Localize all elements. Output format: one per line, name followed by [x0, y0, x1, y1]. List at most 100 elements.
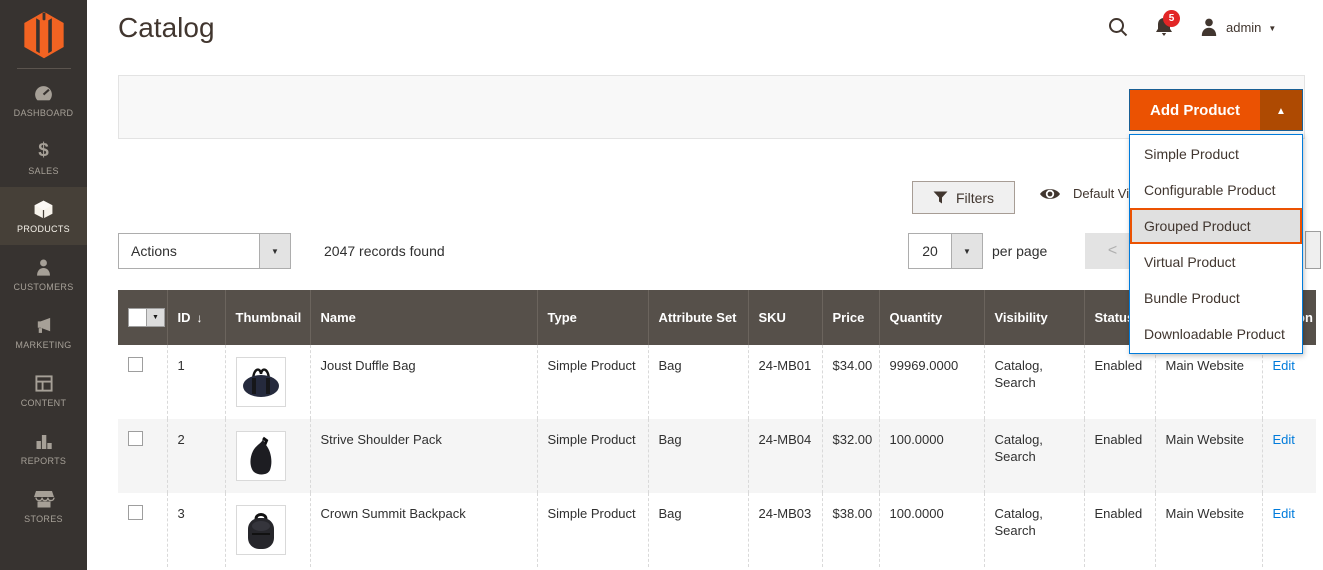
current-page-input[interactable]: [1305, 231, 1321, 269]
column-header-id[interactable]: ID ↓: [167, 290, 225, 345]
per-page-label: per page: [992, 233, 1047, 269]
backpack-thumbnail: [236, 505, 286, 555]
column-header-quantity[interactable]: Quantity: [879, 290, 984, 345]
magento-logo-icon: [22, 10, 66, 60]
magento-logo[interactable]: [0, 0, 87, 62]
table-row: 3 Crown Summit Backpack Simple Product B…: [118, 493, 1316, 567]
cell-id: 1: [167, 345, 225, 419]
column-header-thumbnail[interactable]: Thumbnail: [225, 290, 310, 345]
page-title: Catalog: [118, 12, 215, 44]
menu-item-configurable-product[interactable]: Configurable Product: [1130, 172, 1302, 208]
cell-price: $38.00: [822, 493, 879, 567]
cell-id: 2: [167, 419, 225, 493]
cell-websites: Main Website: [1155, 419, 1262, 493]
sidebar-item-label: DASHBOARD: [14, 108, 74, 118]
select-all-dropdown-icon: [147, 308, 165, 327]
menu-item-simple-product[interactable]: Simple Product: [1130, 136, 1302, 172]
sidebar-item-marketing[interactable]: MARKETING: [0, 303, 87, 361]
row-checkbox[interactable]: [128, 431, 143, 446]
cell-type: Simple Product: [537, 419, 648, 493]
bar-chart-icon: [34, 430, 54, 452]
menu-item-bundle-product[interactable]: Bundle Product: [1130, 280, 1302, 316]
cell-visibility: Catalog, Search: [984, 345, 1084, 419]
cell-thumbnail: [225, 419, 310, 493]
sidebar-divider: [17, 68, 71, 69]
add-product-split-button: Add Product: [1129, 89, 1303, 131]
cell-thumbnail: [225, 345, 310, 419]
sidebar-item-products[interactable]: PRODUCTS: [0, 187, 87, 245]
column-header-visibility[interactable]: Visibility: [984, 290, 1084, 345]
actions-select[interactable]: Actions: [118, 233, 291, 269]
storefront-icon: [33, 488, 55, 510]
edit-link[interactable]: Edit: [1273, 358, 1295, 373]
actions-select-value: Actions: [119, 234, 259, 268]
cell-sku: 24-MB03: [748, 493, 822, 567]
person-icon: [34, 256, 53, 278]
filter-funnel-icon: [933, 191, 948, 204]
records-found-text: 2047 records found: [324, 233, 445, 269]
sort-descending-icon: ↓: [197, 311, 203, 325]
add-product-dropdown-menu: Simple Product Configurable Product Grou…: [1129, 134, 1303, 354]
column-header-sku[interactable]: SKU: [748, 290, 822, 345]
sidebar-item-reports[interactable]: REPORTS: [0, 419, 87, 477]
page-size-value: 20: [909, 234, 951, 268]
menu-item-virtual-product[interactable]: Virtual Product: [1130, 244, 1302, 280]
admin-username: admin: [1226, 20, 1261, 35]
row-checkbox[interactable]: [128, 357, 143, 372]
dashboard-icon: [33, 82, 54, 104]
megaphone-icon: [33, 314, 54, 336]
cell-attribute-set: Bag: [648, 345, 748, 419]
notifications-bell-icon[interactable]: 5: [1153, 16, 1175, 38]
search-icon[interactable]: [1107, 16, 1129, 38]
admin-account-menu[interactable]: admin: [1199, 17, 1276, 37]
cell-sku: 24-MB01: [748, 345, 822, 419]
cell-quantity: 100.0000: [879, 419, 984, 493]
sidebar-item-customers[interactable]: CUSTOMERS: [0, 245, 87, 303]
sidebar-item-stores[interactable]: STORES: [0, 477, 87, 535]
add-product-button[interactable]: Add Product: [1130, 90, 1260, 130]
cell-visibility: Catalog, Search: [984, 419, 1084, 493]
table-row: 1 Joust Duffle Bag Simple Product Bag 24…: [118, 345, 1316, 419]
add-product-toggle-button[interactable]: [1260, 90, 1302, 130]
column-header-price[interactable]: Price: [822, 290, 879, 345]
dollar-icon: [38, 140, 49, 162]
admin-sidebar: DASHBOARD SALES PRODUCTS CUSTOMERS MARKE…: [0, 0, 87, 570]
cell-status: Enabled: [1084, 419, 1155, 493]
cell-quantity: 99969.0000: [879, 345, 984, 419]
select-all-checkbox[interactable]: [128, 308, 147, 327]
sidebar-item-content[interactable]: CONTENT: [0, 361, 87, 419]
cell-sku: 24-MB04: [748, 419, 822, 493]
sidebar-item-sales[interactable]: SALES: [0, 129, 87, 187]
column-header-attribute-set[interactable]: Attribute Set: [648, 290, 748, 345]
cell-status: Enabled: [1084, 345, 1155, 419]
column-header-type[interactable]: Type: [537, 290, 648, 345]
sidebar-item-label: CONTENT: [21, 398, 67, 408]
cell-price: $32.00: [822, 419, 879, 493]
table-row: 2 Strive Shoulder Pack Simple Product Ba…: [118, 419, 1316, 493]
sidebar-item-label: STORES: [24, 514, 63, 524]
filters-button-label: Filters: [956, 190, 994, 206]
menu-item-downloadable-product[interactable]: Downloadable Product: [1130, 316, 1302, 352]
chevron-up-icon: [1276, 101, 1286, 119]
page-actions-band: [118, 75, 1305, 139]
row-checkbox[interactable]: [128, 505, 143, 520]
page-size-select[interactable]: 20: [908, 233, 983, 269]
filters-button[interactable]: Filters: [912, 181, 1015, 214]
cell-attribute-set: Bag: [648, 419, 748, 493]
sidebar-item-dashboard[interactable]: DASHBOARD: [0, 71, 87, 129]
column-header-name[interactable]: Name: [310, 290, 537, 345]
cell-type: Simple Product: [537, 345, 648, 419]
cell-name: Strive Shoulder Pack: [310, 419, 537, 493]
cell-price: $34.00: [822, 345, 879, 419]
menu-item-grouped-product[interactable]: Grouped Product: [1130, 208, 1302, 244]
page-size-arrow-icon: [951, 234, 982, 268]
column-label: ID: [178, 310, 191, 325]
cell-name: Crown Summit Backpack: [310, 493, 537, 567]
actions-select-arrow-icon: [259, 234, 290, 268]
edit-link[interactable]: Edit: [1273, 506, 1295, 521]
sidebar-item-label: PRODUCTS: [17, 224, 70, 234]
edit-link[interactable]: Edit: [1273, 432, 1295, 447]
select-all-control[interactable]: [128, 308, 165, 327]
cell-websites: Main Website: [1155, 345, 1262, 419]
cell-name: Joust Duffle Bag: [310, 345, 537, 419]
